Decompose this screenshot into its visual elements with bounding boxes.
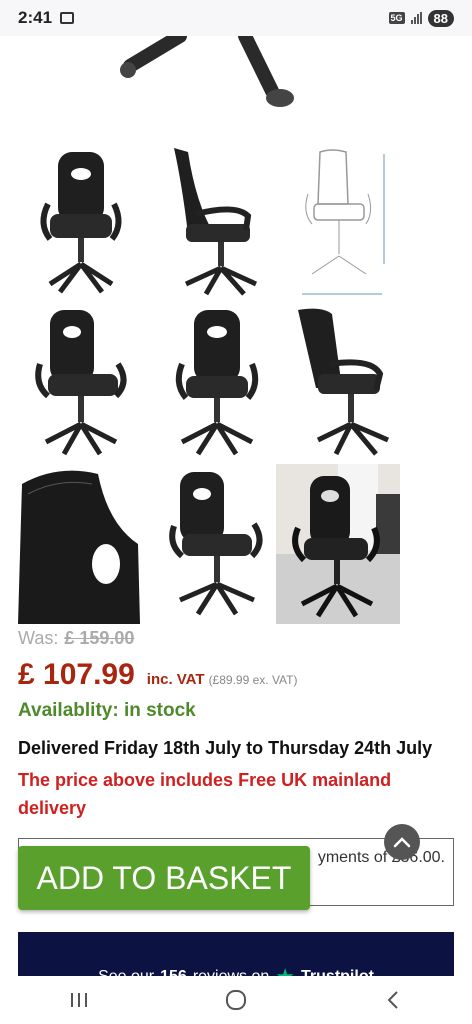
was-label: Was: (18, 628, 59, 648)
thumbnail-front-straight[interactable] (156, 304, 278, 464)
inc-vat-label: inc. VAT (146, 671, 205, 688)
availability-status: Availablity: in stock (18, 700, 196, 721)
trustpilot-banner[interactable]: See our 156 reviews on ★ Trustpilot (18, 932, 454, 976)
status-indicators: 5G 88 (388, 9, 454, 27)
network-badge: 5G (388, 12, 405, 24)
thumbnail-room[interactable] (276, 464, 400, 624)
thumbnail-dimensions[interactable] (292, 144, 414, 304)
was-amount: £ 159.00 (64, 628, 135, 648)
back-icon[interactable] (363, 980, 423, 1020)
thumbnail-side[interactable] (156, 144, 278, 304)
thumbnail-rear-angle[interactable] (292, 304, 414, 464)
status-time: 2:41 (18, 8, 53, 27)
trust-prefix: See our (98, 968, 154, 976)
system-nav-bar (0, 976, 472, 1024)
trust-brand: Trustpilot (301, 968, 374, 976)
trust-suffix: reviews on (193, 968, 269, 976)
add-to-basket-button[interactable]: ADD TO BASKET (18, 846, 310, 910)
delivery-estimate: Delivered Friday 18th July to Thursday 2… (18, 738, 433, 758)
thumbnail-front-angle[interactable] (20, 304, 142, 464)
finance-text: yments of £36.00. (317, 849, 445, 866)
trust-count: 156 (160, 968, 187, 976)
home-icon[interactable] (206, 980, 266, 1020)
screenshot-icon (60, 12, 75, 24)
thumbnail-front[interactable] (20, 144, 142, 304)
thumbnail-angle-2[interactable] (156, 464, 278, 624)
scroll-up-icon[interactable] (384, 824, 420, 860)
page-content: Was: £ 159.00 £ 107.99 inc. VAT (£89.99 e… (0, 36, 472, 976)
was-price: Was: £ 159.00 (18, 628, 134, 649)
battery-badge: 88 (427, 9, 454, 27)
trustpilot-star-icon: ★ (275, 964, 295, 976)
free-delivery-note: The price above includes Free UK mainlan… (18, 770, 392, 818)
signal-icon (410, 12, 422, 24)
ex-vat-price: (£89.99 ex. VAT) (208, 673, 298, 687)
recents-icon[interactable] (49, 980, 109, 1020)
current-price: £ 107.99 (18, 658, 135, 691)
thumbnail-closeup[interactable] (18, 464, 140, 624)
price-row: £ 107.99 inc. VAT (£89.99 ex. VAT) (18, 658, 298, 692)
main-product-image[interactable] (0, 36, 472, 146)
status-bar: 2:41 5G 88 (0, 0, 472, 36)
